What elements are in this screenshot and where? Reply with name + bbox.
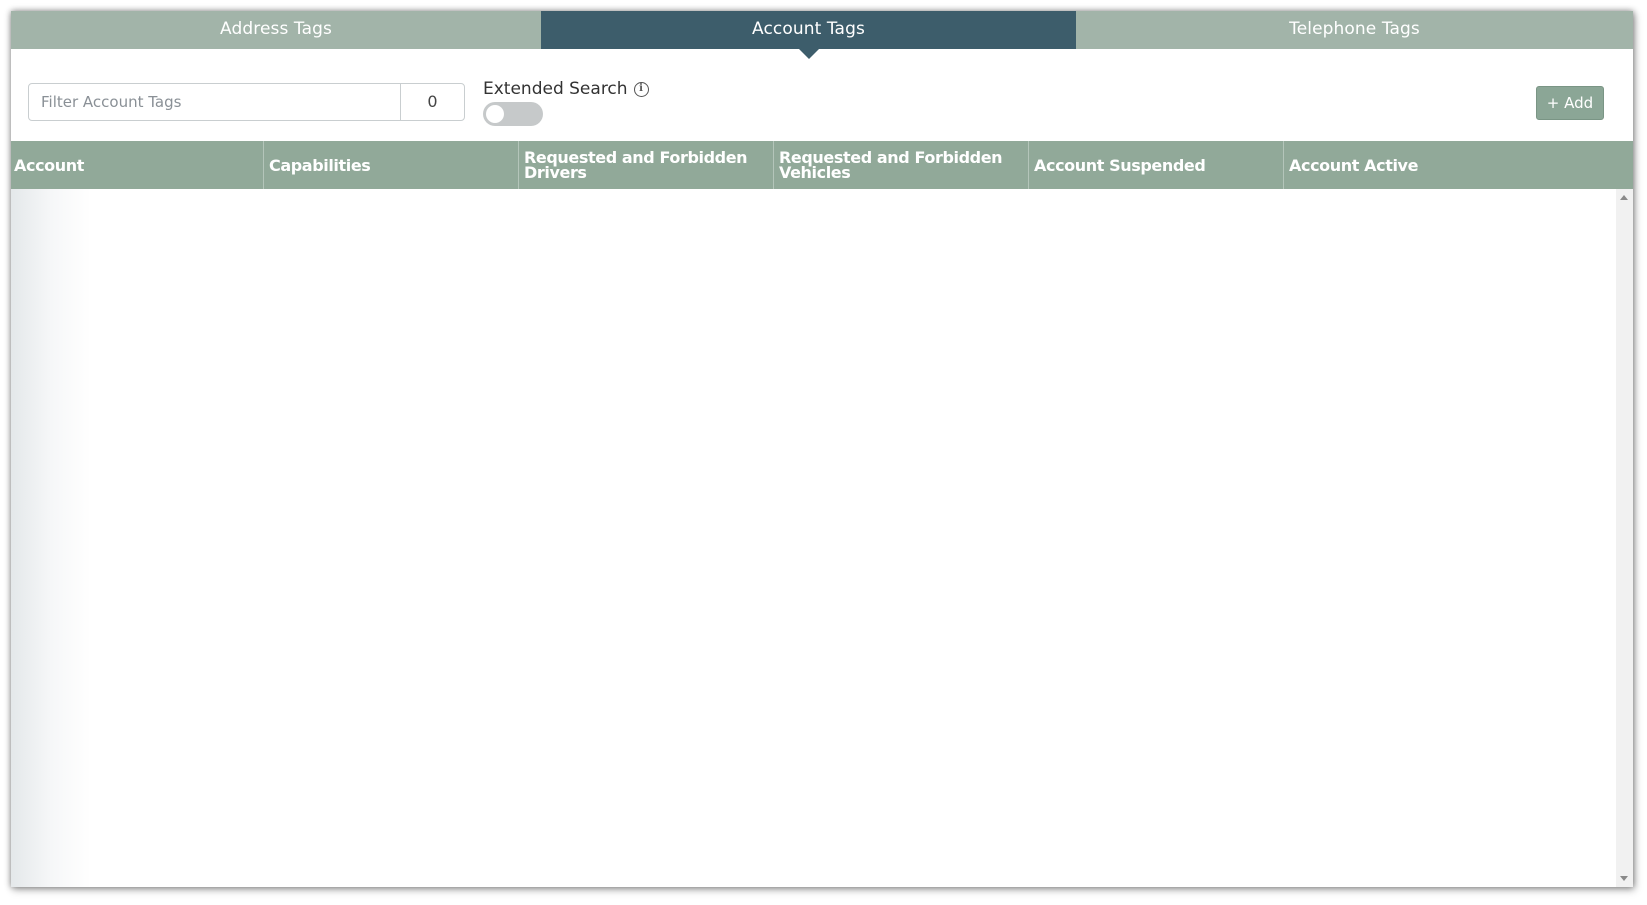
account-tags-panel: Address Tags Account Tags Telephone Tags… (11, 11, 1633, 887)
toggle-knob (486, 105, 504, 123)
info-circle-icon[interactable]: i (633, 81, 649, 97)
filter-group: 0 (28, 83, 465, 121)
extended-search-label: Extended Search (483, 79, 628, 99)
table-header: Account Capabilities Requested and Forbi… (11, 141, 1633, 189)
add-button[interactable]: + Add (1536, 86, 1604, 120)
extended-search-label-row: Extended Search i (483, 79, 649, 99)
column-header-account-active[interactable]: Account Active (1284, 141, 1633, 189)
scroll-down-arrow-icon[interactable] (1620, 876, 1628, 881)
vertical-scrollbar[interactable] (1616, 189, 1633, 887)
column-header-requested-forbidden-drivers[interactable]: Requested and Forbidden Drivers (519, 141, 774, 189)
scroll-up-arrow-icon[interactable] (1620, 195, 1628, 200)
tab-telephone-tags[interactable]: Telephone Tags (1076, 11, 1633, 49)
column-header-account[interactable]: Account (11, 141, 264, 189)
filter-result-count: 0 (400, 84, 464, 120)
column-header-capabilities[interactable]: Capabilities (264, 141, 519, 189)
column-header-requested-forbidden-vehicles[interactable]: Requested and Forbidden Vehicles (774, 141, 1029, 189)
tag-tabs: Address Tags Account Tags Telephone Tags (11, 11, 1633, 59)
tab-account-tags[interactable]: Account Tags (541, 11, 1076, 59)
extended-search-toggle[interactable] (483, 102, 543, 126)
filter-account-tags-input[interactable] (29, 84, 400, 120)
table-body (11, 189, 1616, 887)
tab-address-tags[interactable]: Address Tags (11, 11, 541, 49)
column-header-account-suspended[interactable]: Account Suspended (1029, 141, 1284, 189)
